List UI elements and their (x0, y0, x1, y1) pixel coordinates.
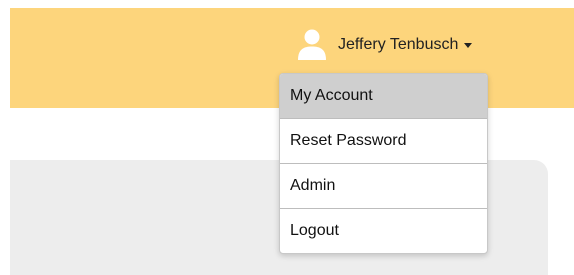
menu-item-logout[interactable]: Logout (280, 209, 487, 253)
menu-item-admin[interactable]: Admin (280, 164, 487, 209)
user-dropdown-menu: My Account Reset Password Admin Logout (279, 73, 488, 254)
menu-item-my-account[interactable]: My Account (280, 74, 487, 119)
page: Jeffery Tenbusch My Account Reset Passwo… (0, 0, 574, 275)
user-menu-toggle[interactable]: Jeffery Tenbusch (296, 27, 473, 63)
user-name: Jeffery Tenbusch (338, 36, 459, 53)
user-icon (296, 27, 328, 63)
menu-item-reset-password[interactable]: Reset Password (280, 119, 487, 164)
caret-down-icon (464, 42, 473, 48)
